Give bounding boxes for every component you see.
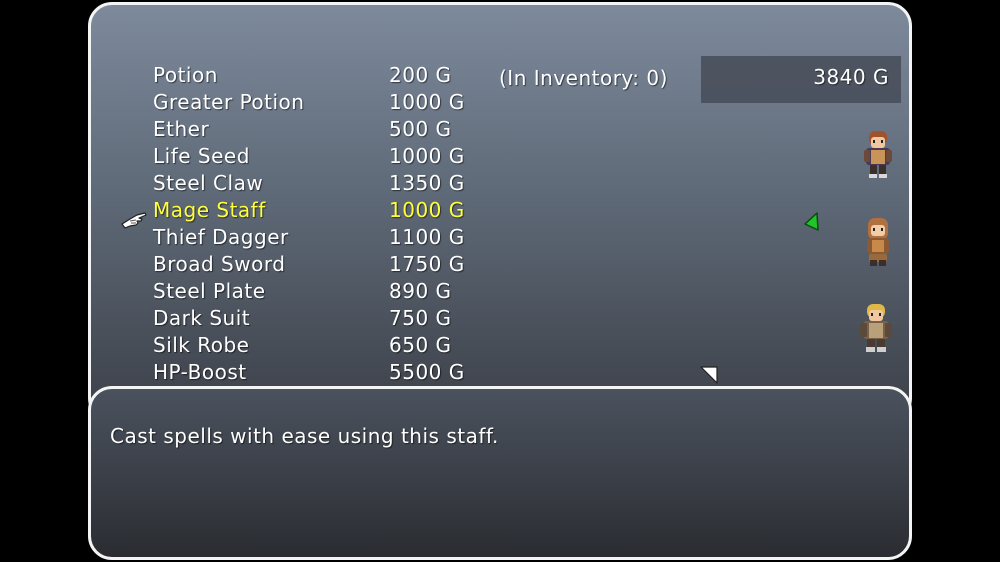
shop-item-row-selected[interactable]: Mage Staff 1000 G [150,198,470,225]
item-name: Ether [153,117,210,141]
shop-item-row[interactable]: Steel Claw 1350 G [150,171,470,198]
item-name: Life Seed [153,144,250,168]
shop-item-row[interactable]: Silk Robe 650 G [150,333,470,360]
game-screen: Potion 200 G Greater Potion 1000 G Ether… [0,0,1000,562]
shop-item-row[interactable]: Life Seed 1000 G [150,144,470,171]
item-price: 750 G [389,306,452,330]
item-price: 1000 G [389,144,465,168]
item-name: Steel Claw [153,171,264,195]
item-name: Greater Potion [153,90,305,114]
item-price: 1350 G [389,171,465,195]
item-name: Mage Staff [153,198,266,222]
shop-item-list: Potion 200 G Greater Potion 1000 G Ether… [150,63,470,387]
party-member-2-sprite [867,218,889,266]
shop-item-row[interactable]: HP-Boost 5500 G [150,360,470,387]
item-name: HP-Boost [153,360,247,384]
item-price: 650 G [389,333,452,357]
gold-amount: 3840 G [813,65,889,89]
gold-window: 3840 G [701,56,901,103]
item-name: Steel Plate [153,279,266,303]
party-member-1-sprite [864,131,892,178]
shop-item-row[interactable]: Potion 200 G [150,63,470,90]
shop-item-row[interactable]: Thief Dagger 1100 G [150,225,470,252]
item-price: 5500 G [389,360,465,384]
item-name: Dark Suit [153,306,251,330]
inventory-count: (In Inventory: 0) [499,66,668,90]
help-window [88,386,912,560]
equip-indicator-arrow-icon [804,212,819,231]
shop-item-row[interactable]: Ether 500 G [150,117,470,144]
shop-item-row[interactable]: Broad Sword 1750 G [150,252,470,279]
item-price: 200 G [389,63,452,87]
item-name: Silk Robe [153,333,250,357]
item-name: Broad Sword [153,252,286,276]
shop-item-row[interactable]: Greater Potion 1000 G [150,90,470,117]
item-price: 890 G [389,279,452,303]
item-name: Thief Dagger [153,225,289,249]
item-description: Cast spells with ease using this staff. [110,424,499,448]
item-price: 1750 G [389,252,465,276]
scroll-down-arrow-icon[interactable] [700,366,718,384]
party-member-3-sprite [860,304,892,352]
shop-item-row[interactable]: Dark Suit 750 G [150,306,470,333]
pointer-hand-icon [121,212,147,229]
item-price: 500 G [389,117,452,141]
item-price: 1000 G [389,90,465,114]
shop-item-row[interactable]: Steel Plate 890 G [150,279,470,306]
item-name: Potion [153,63,218,87]
item-price: 1000 G [389,198,465,222]
item-price: 1100 G [389,225,465,249]
